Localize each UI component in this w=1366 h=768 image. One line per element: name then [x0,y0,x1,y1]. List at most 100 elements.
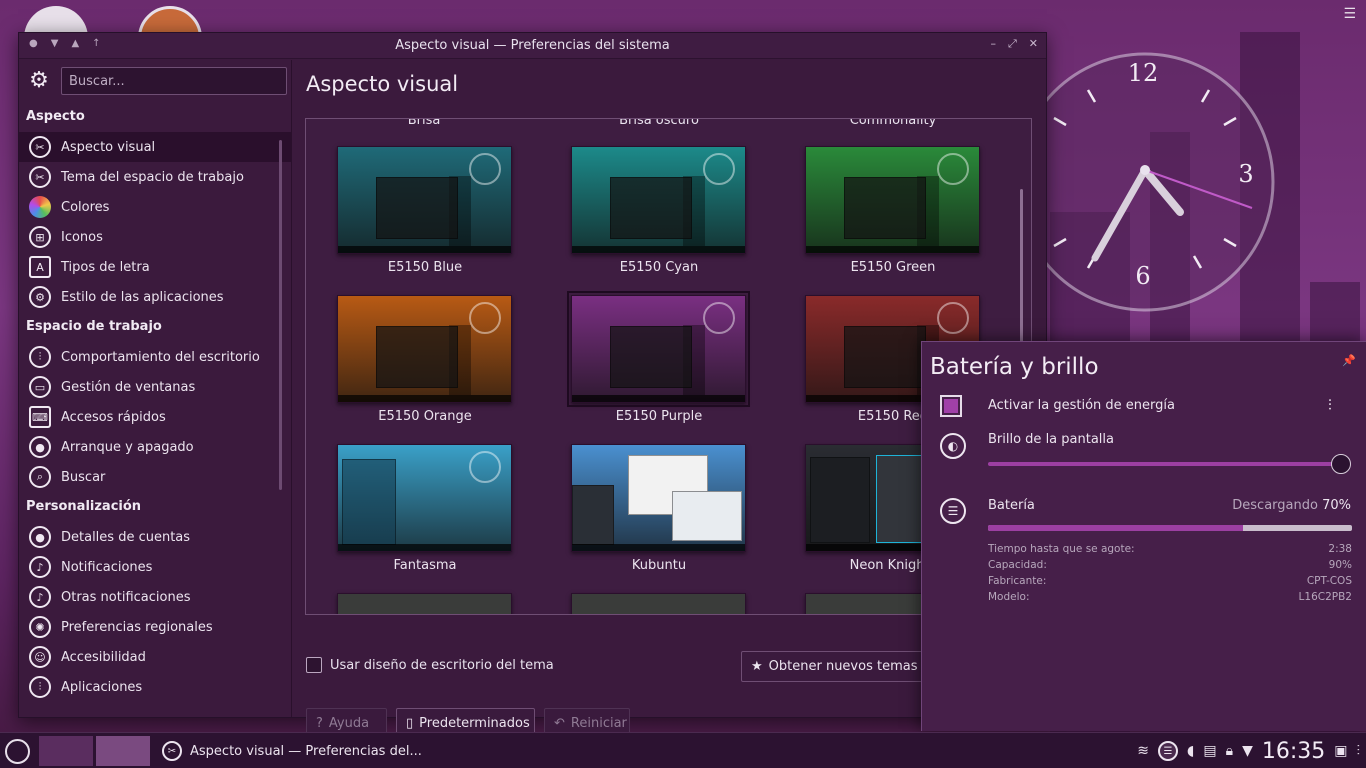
sidebar-item-tema-espacio-trabajo[interactable]: ✂ Tema del espacio de trabajo [19,162,292,192]
clock-number-12: 12 [1128,59,1159,87]
window-title: Aspecto visual — Preferencias del sistem… [395,38,670,53]
power-settings-icon[interactable]: ⫶ [1328,396,1332,414]
sidebar-divider [291,60,292,717]
sidebar-item-preferencias-regionales[interactable]: ✺ Preferencias regionales [19,612,292,642]
volume-icon[interactable]: ◖ [1187,743,1194,759]
brightness-slider-handle[interactable] [1331,454,1351,474]
sidebar-item-label: Detalles de cuentas [61,529,191,545]
window-keep-above-icon[interactable]: ▲ [71,38,79,49]
power-management-label: Activar la gestión de energía [988,398,1175,413]
task-item-system-settings[interactable]: ✂ Aspecto visual — Preferencias del... [152,735,422,767]
sidebar-item-notificaciones[interactable]: ♪ Notificaciones [19,552,292,582]
battery-status-text: Descargando [1232,498,1318,513]
virtual-desktop-1[interactable] [38,735,94,767]
theme-card-e5150-cyan[interactable]: E5150 Cyan [543,146,763,286]
theme-thumbnail [571,146,746,254]
sidebar-item-otras-notificaciones[interactable]: ♪ Otras notificaciones [19,582,292,612]
show-desktop-icon[interactable]: ▣ [1334,743,1347,759]
shortcuts-icon: ⌨ [29,406,51,428]
theme-card-fantasma[interactable]: Fantasma [309,444,529,584]
desktop-menu-icon[interactable]: ☰ [1343,6,1356,22]
window-titlebar[interactable]: ● ▼ ▲ ↑ Aspecto visual — Preferencias de… [19,33,1046,59]
sidebar-item-accesos-rapidos[interactable]: ⌨ Accesos rápidos [19,402,292,432]
battery-bar [988,525,1352,531]
theme-card-e5150-purple[interactable]: E5150 Purple [543,291,763,435]
theme-thumbnail [337,444,512,552]
pin-icon[interactable]: 📌 [1342,354,1356,367]
theme-card-e5150-orange[interactable]: E5150 Orange [309,295,529,435]
applications-icon: ⫶ [29,676,51,698]
sidebar-item-label: Colores [61,199,110,215]
use-desktop-layout-row[interactable]: Usar diseño de escritorio del tema [306,657,554,673]
theme-card-partial[interactable] [309,593,529,614]
help-label: Ayuda [328,716,370,731]
gear-icon[interactable]: ⚙ [27,69,51,93]
theme-card-partial[interactable] [543,593,763,614]
theme-label: E5150 Blue [387,260,463,275]
sidebar-item-label: Aplicaciones [61,679,143,695]
theme-label-partial[interactable]: Brisa oscuro [559,119,759,128]
theme-label-partial[interactable]: Brisa [324,119,524,128]
theme-thumbnail [337,593,512,614]
window-keep-below-icon[interactable]: ▼ [51,38,59,49]
detail-key: Fabricante: [988,575,1047,587]
section-header-espacio-trabajo: Espacio de trabajo [26,319,162,334]
sidebar-scrollbar[interactable] [279,140,282,490]
theme-card-kubuntu[interactable]: Kubuntu [543,444,763,584]
app-launcher-icon[interactable] [5,739,30,764]
sidebar-item-label: Preferencias regionales [61,619,213,635]
sidebar-item-detalles-cuentas[interactable]: ● Detalles de cuentas [19,522,292,552]
brightness-icon: ◐ [940,433,966,459]
use-desktop-layout-checkbox[interactable] [306,657,322,673]
battery-tray-icon[interactable]: ☰ [1158,741,1178,761]
expand-tray-icon[interactable]: ▼ [1242,743,1253,759]
network-icon[interactable]: ≋ [1137,743,1149,759]
battery-icon: ☰ [940,498,966,524]
sidebar-item-iconos[interactable]: ⊞ Iconos [19,222,292,252]
undo-icon: ↶ [554,716,565,731]
theme-label-partial[interactable]: Commonality [793,119,993,128]
clock-center [1140,165,1150,175]
panel-settings-icon[interactable]: ⫶ [1357,743,1361,759]
power-management-checkbox[interactable] [940,395,962,417]
accessibility-icon: ☺ [29,646,51,668]
window-pin-icon[interactable]: ↑ [92,38,100,49]
sidebar-item-arranque-apagado[interactable]: ● Arranque y apagado [19,432,292,462]
clock-time[interactable]: 16:35 [1262,739,1325,764]
sidebar-item-aplicaciones[interactable]: ⫶ Aplicaciones [19,672,292,702]
theme-card-e5150-green[interactable]: E5150 Green [777,146,997,286]
sidebar-item-comportamiento-escritorio[interactable]: ⫶ Comportamiento del escritorio [19,342,292,372]
detail-value: L16C2PB2 [1298,591,1352,603]
system-tray: ≋ ☰ ◖ ▤ 🔒︎ ▼ 16:35 ▣ ⫶ [1137,733,1360,768]
detail-value: 90% [1328,559,1352,571]
theme-label: E5150 Orange [378,409,472,424]
sidebar-item-accesibilidad[interactable]: ☺ Accesibilidad [19,642,292,672]
sidebar-item-colores[interactable]: Colores [19,192,292,222]
maximize-icon[interactable]: ⤢ [1008,37,1017,51]
brightness-slider[interactable] [988,462,1338,466]
sidebar-item-tipos-letra[interactable]: A Tipos de letra [19,252,292,282]
document-icon: ▯ [406,716,414,731]
lock-icon[interactable]: 🔒︎ [1226,743,1233,759]
get-new-themes-button[interactable]: ★ Obtener nuevos temas de [741,651,941,682]
analog-clock-widget[interactable]: 12 3 6 [1042,36,1276,336]
sidebar-item-label: Iconos [61,229,103,245]
sidebar-item-aspecto-visual[interactable]: ✂ Aspecto visual [19,132,292,162]
theme-card-e5150-blue[interactable]: E5150 Blue [309,146,529,286]
window-menu-icon[interactable]: ● [29,38,38,49]
theme-grid-scrollbar[interactable] [1020,189,1023,344]
theme-label: E5150 Purple [615,409,703,424]
minimize-icon[interactable]: – [990,37,996,51]
clipboard-icon[interactable]: ▤ [1203,743,1216,759]
sidebar-item-buscar[interactable]: ⌕ Buscar [19,462,292,492]
search-input[interactable] [61,67,287,95]
close-icon[interactable]: ✕ [1029,37,1038,51]
section-header-aspecto: Aspecto [26,109,85,124]
virtual-desktop-2[interactable] [95,735,151,767]
sidebar-item-estilo-aplicaciones[interactable]: ⚙ Estilo de las aplicaciones [19,282,292,312]
theme-label: E5150 Green [850,260,936,275]
battery-label: Batería [988,498,1035,513]
detail-key: Tiempo hasta que se agote: [988,543,1135,555]
sidebar-item-gestion-ventanas[interactable]: ▭ Gestión de ventanas [19,372,292,402]
sidebar-item-label: Tipos de letra [61,259,150,275]
